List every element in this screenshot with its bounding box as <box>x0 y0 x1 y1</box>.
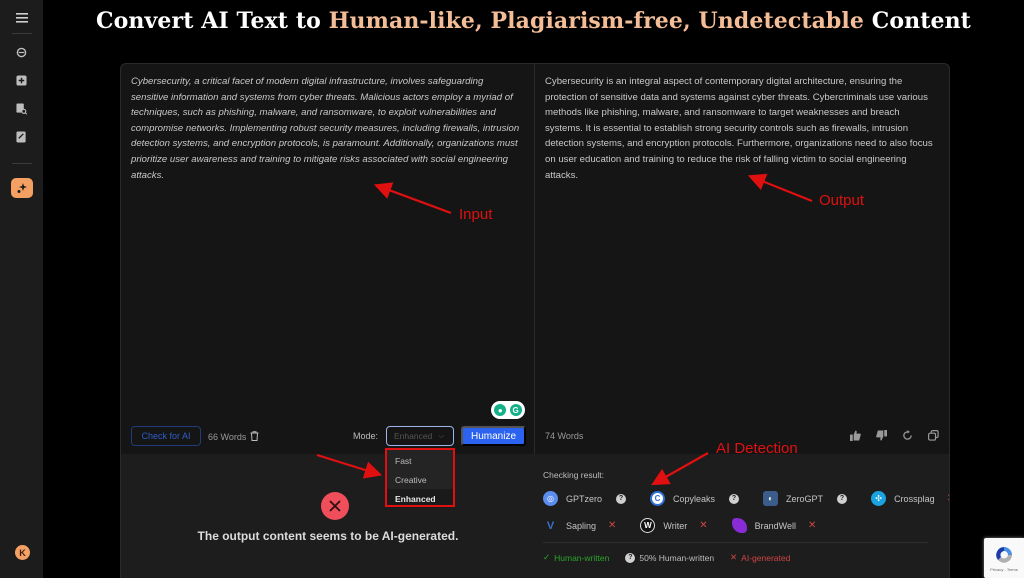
output-text: Cybersecurity is an integral aspect of c… <box>545 76 933 181</box>
input-word-count: 66 Words <box>208 431 259 443</box>
trash-icon[interactable] <box>250 431 259 443</box>
recaptcha-badge[interactable]: Privacy - Terms <box>984 538 1024 578</box>
unknown-status-icon: ? <box>616 493 627 504</box>
ai-status-icon: ✕ <box>608 520 617 531</box>
thumbs-up-icon[interactable] <box>849 429 861 441</box>
grammarly-widget[interactable]: ● G <box>491 401 525 419</box>
output-word-count: 74 Words <box>545 431 584 441</box>
thumbs-down-icon[interactable] <box>875 429 887 441</box>
legend-half: ? 50% Human-written <box>625 552 714 563</box>
check-icon: ✓ <box>543 552 551 562</box>
annotation-ai-detection: AI Detection <box>716 440 798 457</box>
copyleaks-logo-icon: C <box>650 491 666 506</box>
input-word-count-text: 66 Words <box>208 432 247 442</box>
bulb-icon: ● <box>494 404 507 416</box>
legend-ai: ✕ AI-generated <box>730 552 790 563</box>
x-icon: ✕ <box>730 552 738 562</box>
checking-result-label: Checking result: <box>543 470 604 480</box>
detector-name: GPTzero <box>566 493 603 504</box>
sidebar: K <box>0 0 43 578</box>
detector-gptzero: ◎ GPTzero ? <box>543 491 627 506</box>
detector-name: Crossplag <box>894 493 935 504</box>
legend-human-label: Human-written <box>554 552 610 563</box>
detector-zerogpt: ◐ ZeroGPT ? <box>763 491 848 506</box>
output-pane: Cybersecurity is an integral aspect of c… <box>535 64 949 454</box>
detector-name: ZeroGPT <box>786 493 824 504</box>
detector-row: V Sapling ✕ W Writer ✕ BrandWell ✕ <box>543 518 840 533</box>
result-legend: ✓ Human-written ? 50% Human-written ✕ AI-ge… <box>543 552 790 563</box>
annotation-output: Output <box>819 192 865 209</box>
gptzero-logo-icon: ◎ <box>543 491 558 506</box>
humanizer-panel: Cybersecurity, a critical facet of moder… <box>120 63 950 578</box>
unknown-status-icon: ? <box>729 493 740 504</box>
detector-sapling: V Sapling ✕ <box>543 518 617 533</box>
ai-status-icon: ✕ <box>947 493 949 504</box>
title-part2: Content <box>863 8 971 34</box>
detector-row: ◎ GPTzero ? C Copyleaks ? ◐ ZeroGPT ? ✣ … <box>543 491 949 506</box>
title-highlight: Human-like, Plagiarism-free, Undetectabl… <box>328 8 864 34</box>
detector-copyleaks: C Copyleaks ? <box>650 491 740 506</box>
detection-result <box>121 454 949 578</box>
menu-icon[interactable] <box>14 10 29 25</box>
annotation-input: Input <box>459 206 493 223</box>
result-message: The output content seems to be AI-genera… <box>197 529 459 543</box>
dropdown-highlight-annotation <box>385 448 455 507</box>
refresh-icon[interactable] <box>14 45 29 60</box>
unknown-status-icon: ? <box>837 493 848 504</box>
writer-logo-icon: W <box>640 518 656 533</box>
detector-brandwell: BrandWell ✕ <box>731 518 817 533</box>
sidebar-divider <box>12 163 32 164</box>
detector-name: Writer <box>663 520 688 531</box>
sapling-logo-icon: V <box>546 519 555 532</box>
question-icon: ? <box>625 552 636 563</box>
crossplag-logo-icon: ✣ <box>871 491 887 506</box>
recaptcha-icon <box>996 546 1012 563</box>
copy-icon[interactable] <box>927 429 939 441</box>
page-title: Convert AI Text to Human-like, Plagiaris… <box>43 8 1024 34</box>
avatar[interactable]: K <box>15 545 30 560</box>
grammarly-icon: G <box>509 404 522 416</box>
output-actions <box>849 429 939 441</box>
ai-status-icon: ✕ <box>699 520 708 531</box>
input-textarea[interactable]: Cybersecurity, a critical facet of moder… <box>131 74 522 183</box>
add-icon[interactable] <box>14 73 29 88</box>
legend-half-label: 50% Human-written <box>639 552 715 563</box>
brandwell-logo-icon <box>731 518 747 533</box>
legend-divider <box>543 542 928 543</box>
mode-select-value: Enhanced <box>394 431 433 441</box>
zerogpt-logo-icon: ◐ <box>763 491 779 506</box>
ai-detected-icon <box>321 492 349 520</box>
mode-select[interactable]: Enhanced ⌵ <box>386 426 454 446</box>
detector-name: Sapling <box>566 520 597 531</box>
regenerate-icon[interactable] <box>901 429 913 441</box>
detector-name: BrandWell <box>754 520 797 531</box>
legend-ai-label: AI-generated <box>741 552 791 563</box>
ai-status-icon: ✕ <box>808 520 817 531</box>
detector-name: Copyleaks <box>673 493 716 504</box>
check-for-ai-button[interactable]: Check for AI <box>131 426 201 446</box>
chevron-down-icon: ⌵ <box>438 431 445 440</box>
input-pane: Cybersecurity, a critical facet of moder… <box>121 64 535 454</box>
detector-crossplag: ✣ Crossplag ✕ <box>871 491 949 506</box>
document-search-icon[interactable] <box>14 101 29 116</box>
title-part1: Convert AI Text to <box>96 8 329 34</box>
detector-writer: W Writer ✕ <box>640 518 708 533</box>
humanize-button[interactable]: Humanize <box>461 426 526 446</box>
legend-human: ✓ Human-written <box>543 552 609 563</box>
mode-label: Mode: <box>353 431 379 441</box>
recaptcha-links[interactable]: Privacy - Terms <box>990 567 1017 572</box>
document-edit-icon[interactable] <box>14 129 29 144</box>
ai-humanizer-icon[interactable] <box>11 178 33 198</box>
sidebar-divider <box>12 33 32 34</box>
